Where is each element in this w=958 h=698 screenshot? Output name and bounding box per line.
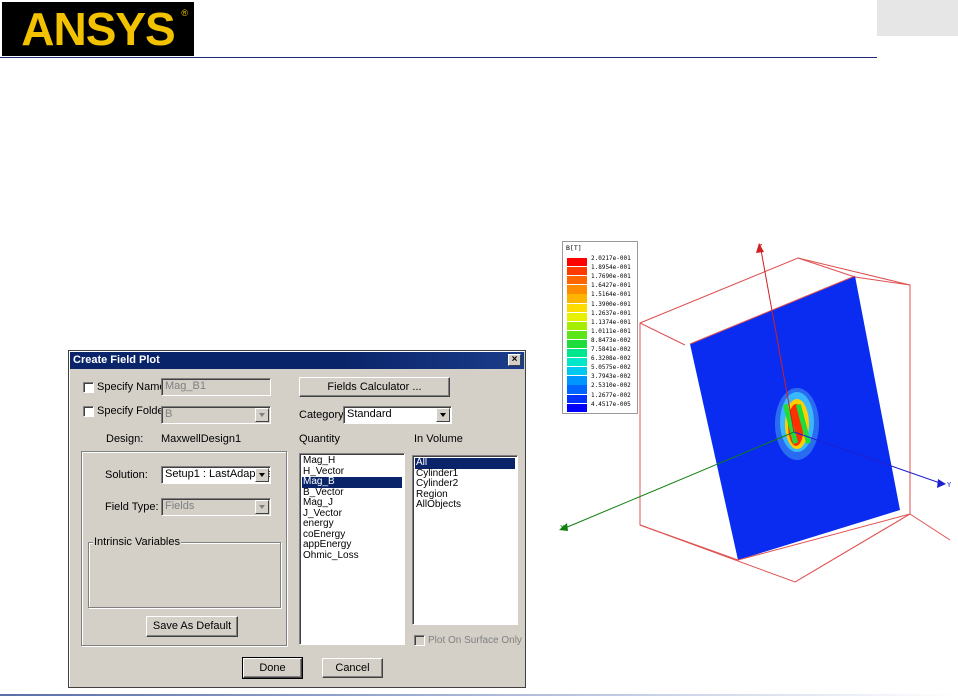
logo-registered-mark: ® <box>181 8 188 18</box>
legend-value: 1.1374e-001 <box>591 318 631 326</box>
legend-value: 8.8473e-002 <box>591 336 631 344</box>
legend-value: 1.2637e-001 <box>591 309 631 317</box>
specify-folder-value: B <box>165 408 173 420</box>
quantity-list-item[interactable]: Mag_B <box>302 476 402 488</box>
legend-swatch <box>567 358 587 367</box>
fields-calculator-button[interactable]: Fields Calculator ... <box>299 377 450 397</box>
legend-value: 5.0575e-002 <box>591 364 631 372</box>
specify-folder-dropdown[interactable]: B <box>161 406 271 424</box>
field-type-dropdown[interactable]: Fields <box>161 498 271 516</box>
legend-value: 4.4517e-005 <box>591 400 631 408</box>
legend-value: 2.5310e-002 <box>591 382 631 390</box>
plot-on-surface-checkbox[interactable] <box>414 635 425 646</box>
intrinsic-variables-label: Intrinsic Variables <box>93 536 181 549</box>
legend-value: 1.5164e-001 <box>591 291 631 299</box>
category-label: Category: <box>299 409 347 421</box>
legend-swatch <box>567 312 587 321</box>
y-axis-label: Y <box>947 481 952 489</box>
save-as-default-button[interactable]: Save As Default <box>146 616 238 637</box>
chevron-down-icon <box>255 500 269 514</box>
legend-swatch <box>567 376 587 385</box>
legend-value: 6.3208e-002 <box>591 355 631 363</box>
dialog-title: Create Field Plot <box>73 354 160 366</box>
quantity-list-item[interactable]: appEnergy <box>302 539 402 551</box>
legend-swatch <box>567 294 587 303</box>
legend-swatch <box>567 349 587 358</box>
header-corner-box <box>877 0 958 36</box>
quantity-listbox[interactable]: Mag_H H_Vector Mag_B B_Vector Mag_J J_Vector e… <box>299 453 405 645</box>
in-volume-list-item[interactable]: All <box>415 457 515 469</box>
design-value: MaxwellDesign1 <box>161 433 242 445</box>
ansys-logo: ANSYS ® <box>2 2 194 56</box>
field-legend: B[T] 2.0217e-001 1.8954e-001 1.7690e-001 1.… <box>562 241 638 414</box>
specify-name-field[interactable]: Mag_B1 <box>161 378 271 396</box>
legend-value: 2.0217e-001 <box>591 255 631 262</box>
chevron-down-icon <box>255 408 269 422</box>
legend-swatch <box>567 285 587 294</box>
legend-value: 7.5841e-002 <box>591 346 631 353</box>
plot-on-surface-label: Plot On Surface Only <box>428 635 522 646</box>
quantity-list-item[interactable]: Mag_J <box>302 497 402 509</box>
cancel-button[interactable]: Cancel <box>322 658 383 678</box>
chevron-down-icon <box>436 408 450 422</box>
legend-value: 1.7690e-001 <box>591 273 631 281</box>
solution-label: Solution: <box>105 469 148 481</box>
design-label: Design: <box>106 433 144 445</box>
specify-folder-label: Specify Folder <box>97 405 168 417</box>
legend-swatch <box>567 330 587 340</box>
specify-name-label: Specify Name <box>97 381 166 393</box>
specify-folder-checkbox[interactable] <box>83 406 94 417</box>
chevron-down-icon <box>255 468 269 482</box>
dialog-titlebar[interactable]: Create Field Plot × <box>70 352 524 369</box>
field-hotspot <box>775 388 819 460</box>
legend-value: 3.7943e-002 <box>591 373 631 381</box>
in-volume-listbox[interactable]: All Cylinder1 Cylinder2 Region AllObjects <box>412 455 518 625</box>
in-volume-label: In Volume <box>414 433 463 445</box>
in-volume-list-item[interactable]: Cylinder2 <box>415 478 515 490</box>
in-volume-list-item[interactable]: AllObjects <box>415 499 515 511</box>
legend-swatch <box>567 303 587 312</box>
field-type-value: Fields <box>165 500 195 512</box>
footer-divider <box>0 694 958 696</box>
legend-value: 1.0111e-001 <box>591 327 631 335</box>
legend-title: B[T] <box>566 244 582 252</box>
intrinsic-variables-group <box>88 542 281 608</box>
legend-swatch <box>567 321 587 330</box>
legend-swatch <box>567 258 587 267</box>
quantity-list-item[interactable]: Mag_H <box>302 455 402 467</box>
legend-value: 1.8954e-001 <box>591 264 631 272</box>
quantity-list-item[interactable]: energy <box>302 518 402 530</box>
y-arrow-icon <box>937 479 946 488</box>
legend-value: 1.2677e-002 <box>591 391 631 399</box>
z-axis-label: Z <box>758 243 762 251</box>
done-button[interactable]: Done <box>242 657 303 679</box>
quantity-list-item[interactable]: Ohmic_Loss <box>302 550 402 562</box>
legend-swatch <box>567 394 587 403</box>
header-divider <box>0 57 877 58</box>
legend-swatch <box>567 339 587 349</box>
create-field-plot-dialog: Create Field Plot × Specify Name Mag_B1 … <box>68 350 526 688</box>
quantity-label: Quantity <box>299 433 340 445</box>
category-value: Standard <box>347 408 392 420</box>
category-dropdown[interactable]: Standard <box>343 406 452 424</box>
legend-swatch <box>567 385 587 394</box>
legend-value: 1.6427e-001 <box>591 282 631 290</box>
legend-swatch <box>567 367 587 376</box>
legend-swatch <box>567 267 587 276</box>
field-type-label: Field Type: <box>105 501 159 513</box>
specify-name-checkbox[interactable] <box>83 382 94 393</box>
legend-value: 1.3900e-001 <box>591 300 631 308</box>
legend-swatch <box>567 276 587 285</box>
solution-dropdown[interactable]: Setup1 : LastAdaptive <box>161 466 271 484</box>
close-button[interactable]: × <box>508 354 521 366</box>
legend-swatch <box>567 403 587 412</box>
logo-text: ANSYS <box>21 3 175 55</box>
